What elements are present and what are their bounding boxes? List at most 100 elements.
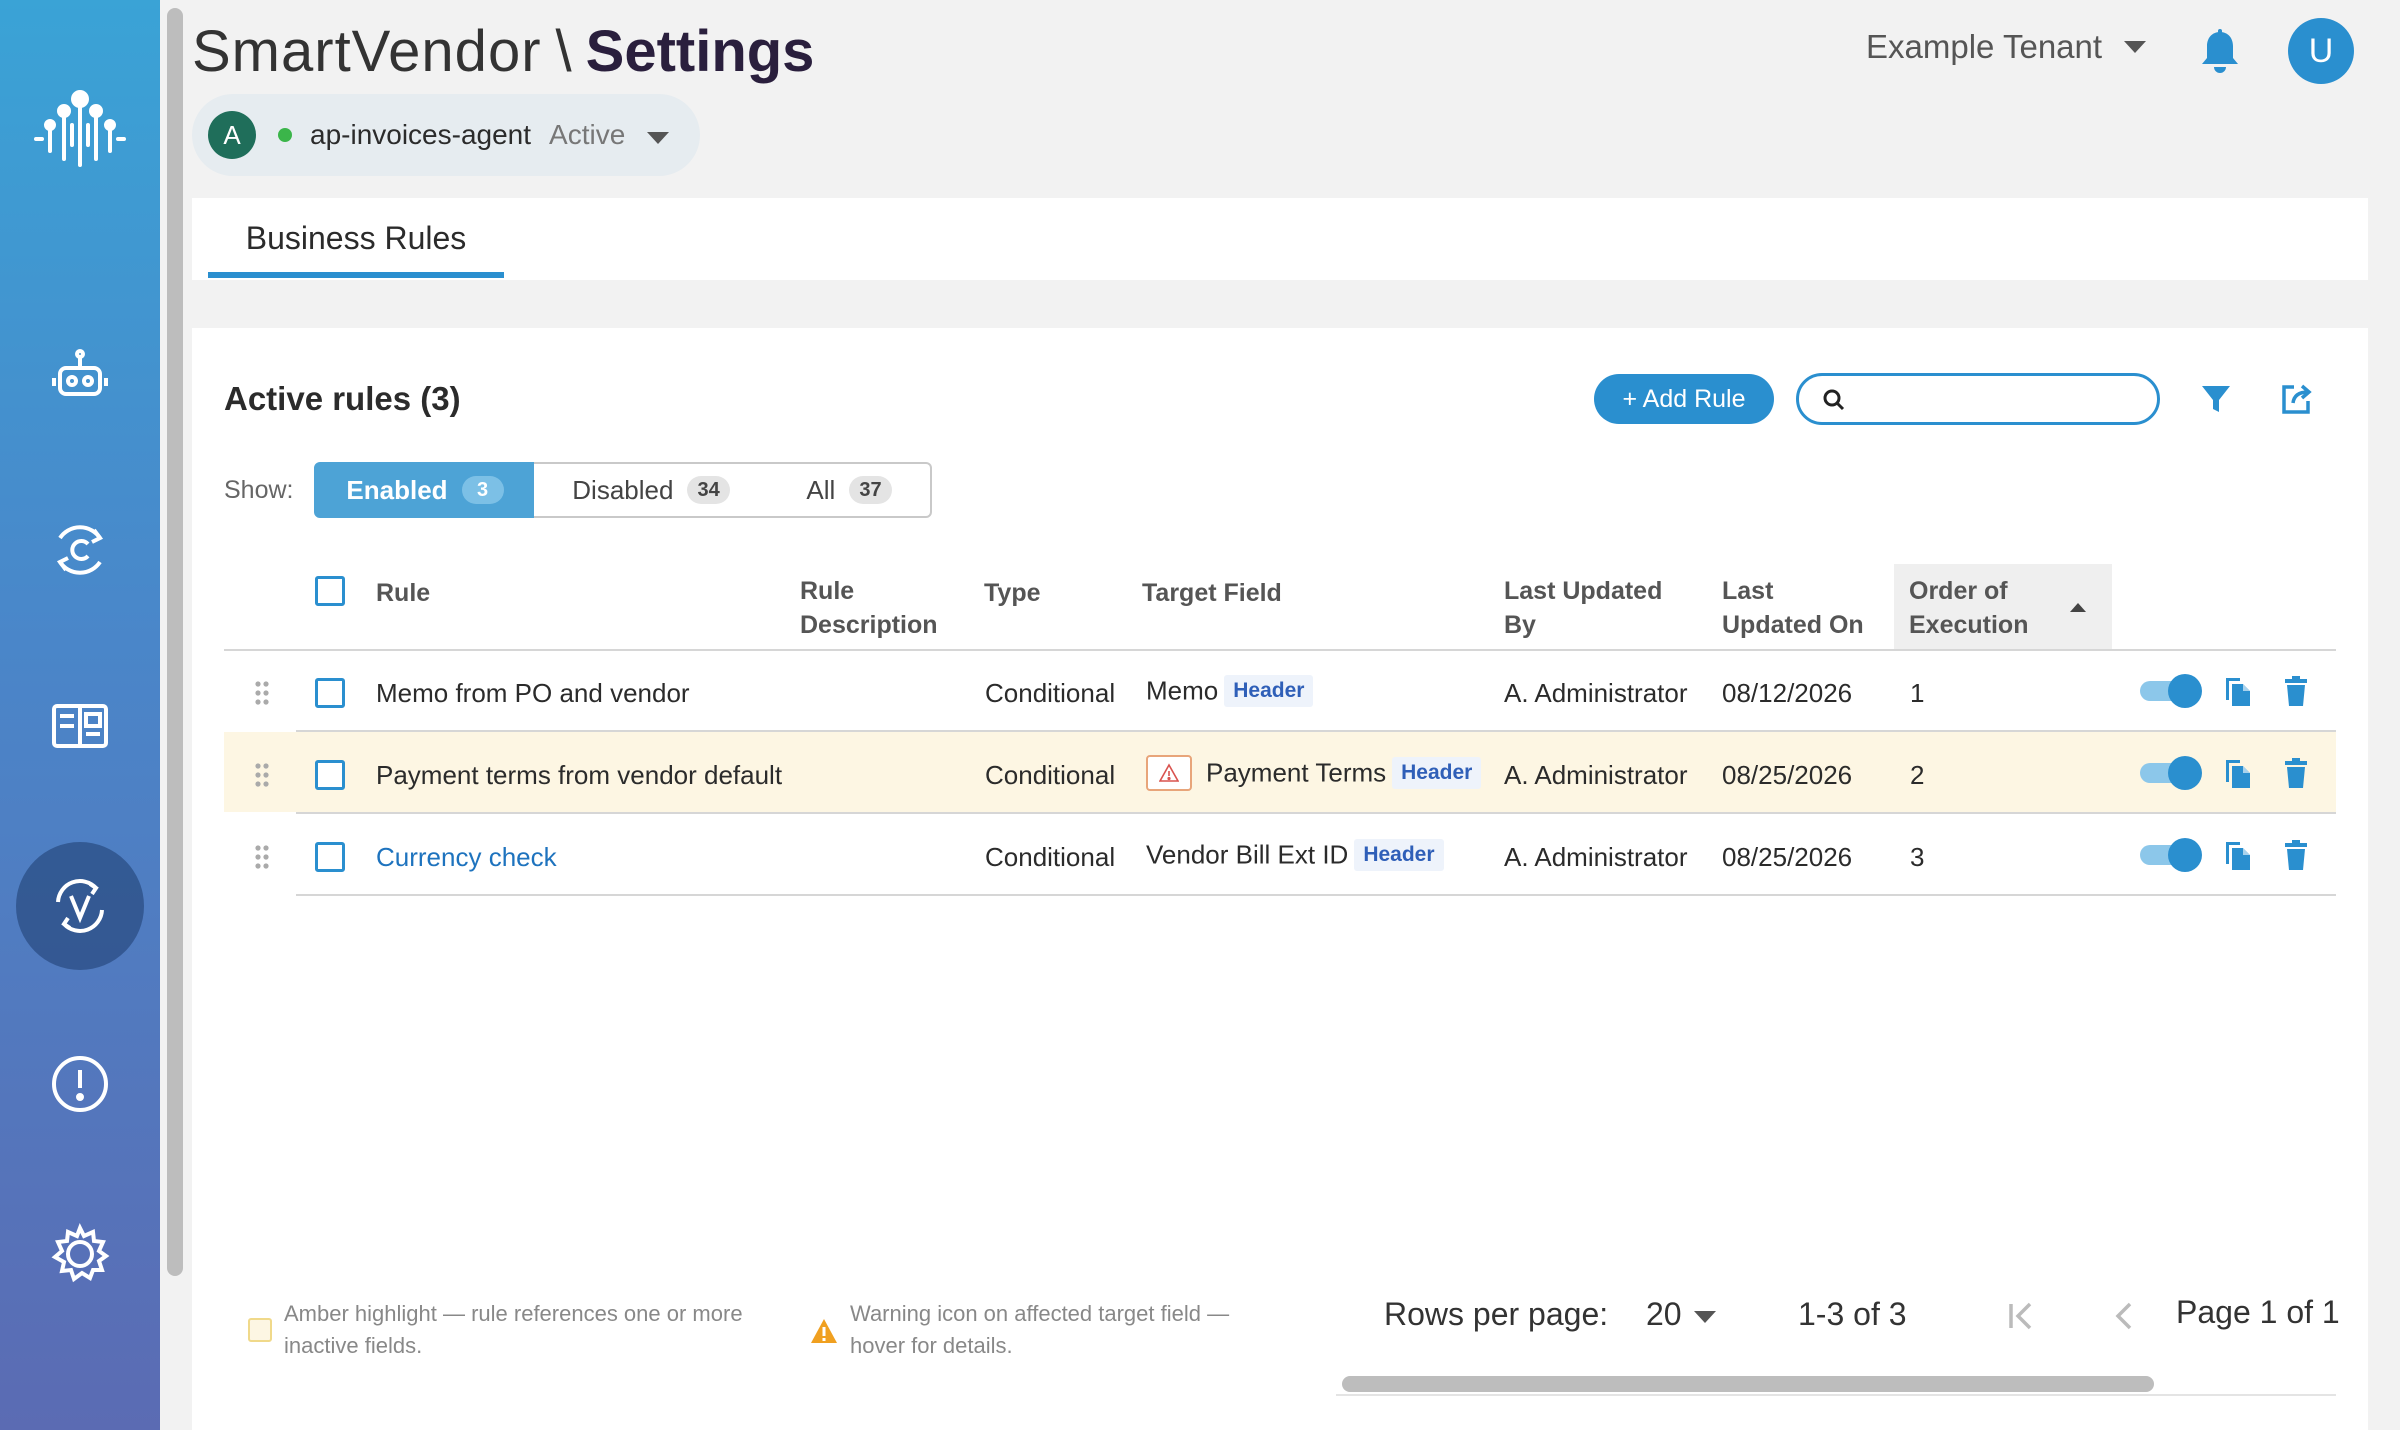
drag-handle-icon[interactable] <box>253 762 271 788</box>
sidebar-item-agents[interactable] <box>16 312 144 440</box>
trash-icon[interactable] <box>2280 838 2312 872</box>
legend-line: inactive fields. <box>284 1333 423 1358</box>
column-header-type[interactable]: Type <box>984 576 1041 610</box>
sidebar-item-catalog[interactable] <box>16 662 144 790</box>
rule-type: Conditional <box>985 760 1116 790</box>
tab-business-rules[interactable]: Business Rules <box>208 220 504 278</box>
execution-order: 2 <box>1910 760 1925 790</box>
drag-handle-icon[interactable] <box>253 844 271 870</box>
column-header-description[interactable]: Rule Description <box>800 574 938 642</box>
rule-name-link[interactable]: Currency check <box>376 842 557 873</box>
filter-icon[interactable] <box>2198 381 2234 417</box>
sidebar-scrollbar[interactable] <box>167 8 183 1276</box>
enable-toggle[interactable] <box>2140 838 2202 872</box>
previous-page-icon[interactable] <box>2106 1298 2142 1334</box>
target-field: Vendor Bill Ext ID Header <box>1146 838 1444 872</box>
row-divider <box>296 812 2336 814</box>
search-icon <box>1823 389 1845 411</box>
tenant-selector[interactable]: Example Tenant <box>1866 28 2147 66</box>
agent-avatar: A <box>208 111 256 159</box>
execution-order: 3 <box>1910 842 1925 872</box>
v-sync-icon <box>56 879 104 933</box>
column-header-target-field[interactable]: Target Field <box>1142 576 1282 610</box>
pagination-divider <box>1336 1394 2336 1396</box>
row-checkbox[interactable] <box>315 760 345 790</box>
header-line: Description <box>800 611 938 639</box>
user-avatar[interactable]: U <box>2288 18 2354 84</box>
row-checkbox[interactable] <box>315 678 345 708</box>
target-tag-badge: Header <box>1392 757 1482 789</box>
export-icon[interactable] <box>2278 381 2314 417</box>
bell-icon[interactable] <box>2196 28 2244 76</box>
page-header: SmartVendor \ Settings <box>192 18 814 85</box>
target-field-name: Vendor Bill Ext ID <box>1146 839 1349 870</box>
filter-enabled-button[interactable]: Enabled 3 <box>314 462 536 518</box>
agent-status: Active <box>549 119 626 150</box>
row-checkbox[interactable] <box>315 842 345 872</box>
rule-name: Memo from PO and vendor <box>376 678 690 708</box>
horizontal-scrollbar[interactable] <box>1342 1376 2154 1392</box>
copy-icon[interactable] <box>2222 838 2254 872</box>
add-rule-button[interactable]: + Add Rule <box>1594 374 1774 424</box>
rows-per-page-label: Rows per page: <box>1384 1296 1609 1332</box>
robot-icon <box>52 349 108 396</box>
sidebar-item-connections[interactable] <box>16 486 144 614</box>
agent-selector[interactable]: A ap-invoices-agent Active <box>192 94 700 176</box>
trash-icon[interactable] <box>2280 674 2312 708</box>
tab-active-indicator <box>208 272 504 278</box>
filter-label: Enabled <box>346 474 448 505</box>
copy-icon[interactable] <box>2222 674 2254 708</box>
rule-name: Payment terms from vendor default <box>376 760 783 790</box>
search-field[interactable] <box>1796 373 2160 425</box>
header-line: Last <box>1722 577 1774 605</box>
header-line: Rule <box>800 577 855 605</box>
enable-toggle[interactable] <box>2140 674 2202 708</box>
alert-icon <box>52 1056 108 1112</box>
trash-icon[interactable] <box>2280 756 2312 790</box>
tab-bar <box>192 198 2368 280</box>
column-header-updated-by[interactable]: Last Updated By <box>1504 574 1662 642</box>
sidebar-item-validation[interactable] <box>16 842 144 970</box>
column-header-rule[interactable]: Rule <box>376 576 430 610</box>
count-badge: 3 <box>461 476 504 504</box>
chevron-down-icon <box>647 132 670 144</box>
drag-handle-icon[interactable] <box>253 680 271 706</box>
first-page-icon[interactable] <box>2004 1298 2040 1334</box>
rule-type: Conditional <box>985 678 1116 708</box>
column-header-updated-on[interactable]: Last Updated On <box>1722 574 1864 642</box>
sort-ascending-icon[interactable] <box>2070 603 2086 612</box>
gear-icon <box>51 1223 110 1283</box>
legend-line: hover for details. <box>850 1333 1013 1358</box>
updated-by: A. Administrator <box>1504 842 1688 872</box>
target-field-name: Payment Terms <box>1206 757 1387 788</box>
rows-per-page-select[interactable]: 20 <box>1646 1296 1716 1333</box>
enable-toggle[interactable] <box>2140 756 2202 790</box>
filter-disabled-button[interactable]: Disabled 34 <box>534 462 770 518</box>
filter-label: All <box>806 474 836 505</box>
header-line: By <box>1504 611 1536 639</box>
warning-icon <box>811 1319 837 1343</box>
sidebar-item-alerts[interactable] <box>16 1020 144 1148</box>
page-range: 1-3 of 3 <box>1798 1296 1907 1332</box>
legend-line: Warning icon on affected target field — <box>850 1301 1230 1326</box>
sidebar-item-settings[interactable] <box>16 1190 144 1318</box>
select-all-checkbox[interactable] <box>315 576 345 606</box>
page-indicator-clip: Page 1 of 1 <box>2176 1290 2340 1340</box>
chevron-down-icon <box>1693 1310 1716 1323</box>
target-field: Payment Terms Header <box>1146 755 1482 791</box>
section-title: Active rules (3) <box>224 380 461 417</box>
updated-by: A. Administrator <box>1504 760 1688 790</box>
header-divider <box>224 649 2336 651</box>
search-input[interactable] <box>1859 384 2139 414</box>
status-dot <box>278 128 292 142</box>
legend-warning-text: Warning icon on affected target field — … <box>850 1298 1229 1362</box>
show-filter-label: Show: <box>224 476 294 504</box>
warning-indicator[interactable] <box>1146 755 1192 791</box>
chevron-down-icon <box>2124 41 2147 53</box>
copy-icon[interactable] <box>2222 756 2254 790</box>
execution-order: 1 <box>1910 678 1925 708</box>
updated-on: 08/25/2026 <box>1722 842 1853 872</box>
filter-all-button[interactable]: All 37 <box>768 462 932 518</box>
column-header-order[interactable]: Order of Execution <box>1909 574 2028 642</box>
legend-line: Amber highlight — rule references one or… <box>284 1301 743 1326</box>
